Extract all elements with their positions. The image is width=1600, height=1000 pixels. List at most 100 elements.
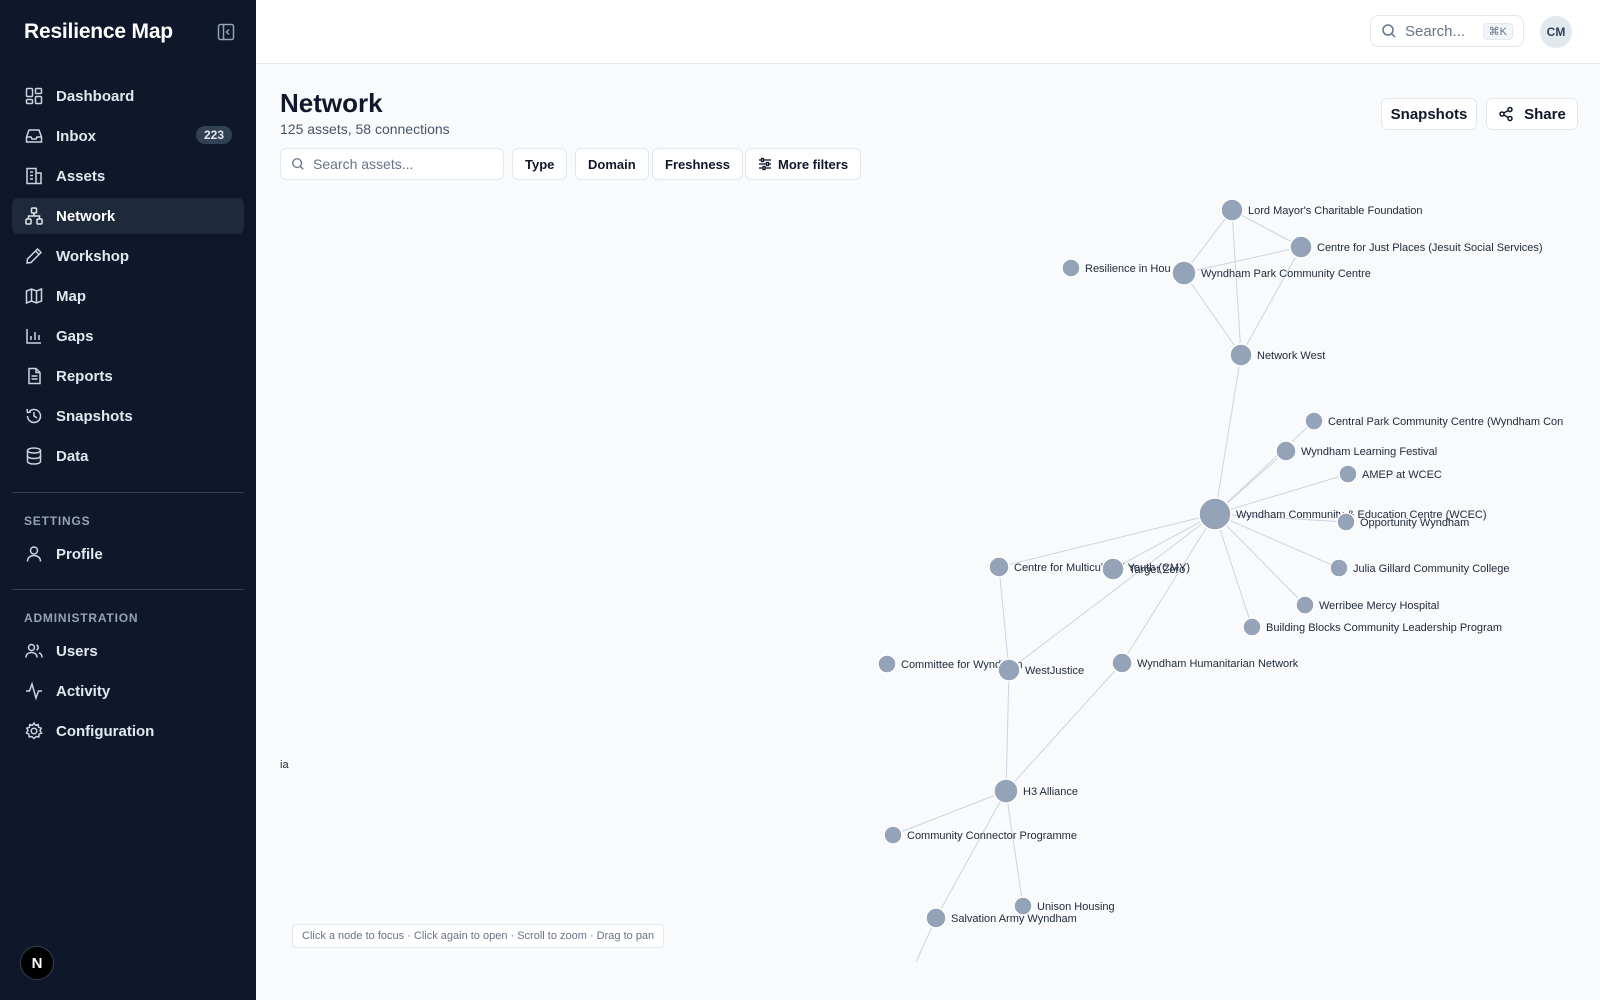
graph-node-circle[interactable] — [1198, 497, 1232, 531]
graph-node-circle[interactable] — [1229, 343, 1253, 367]
graph-node-circle[interactable] — [877, 654, 897, 674]
graph-node-label: Wyndham Humanitarian Network — [1137, 658, 1299, 670]
graph-node-label: ia — [280, 759, 289, 771]
graph-node-circle[interactable] — [997, 658, 1021, 682]
filter-freshness-button[interactable]: Freshness — [652, 148, 744, 180]
global-search-label: Search... — [1405, 22, 1466, 40]
graph-node-circle[interactable] — [1171, 260, 1197, 286]
brand-title: Resilience Map — [24, 20, 173, 43]
graph-edge — [1214, 513, 1340, 569]
graph-node-jgcc[interactable]: Julia Gillard Community College — [1329, 558, 1510, 578]
graph-node-label: Central Park Community Centre (Wyndham C… — [1328, 416, 1563, 428]
user-avatar[interactable]: CM — [1540, 16, 1572, 48]
graph-node-circle[interactable] — [988, 556, 1010, 578]
database-icon — [24, 446, 44, 466]
admin-nav: Users Activity Configuration — [12, 633, 244, 753]
graph-node-edge_left[interactable]: ia — [280, 759, 289, 771]
nav-label: Gaps — [56, 327, 94, 345]
graph-node-bbclp[interactable]: Building Blocks Community Leadership Pro… — [1242, 617, 1502, 637]
graph-node-circle[interactable] — [1061, 258, 1081, 278]
graph-node-circle[interactable] — [1338, 464, 1358, 484]
nav-label: Users — [56, 642, 98, 660]
graph-node-wpcc[interactable]: Wyndham Park Community Centre — [1171, 260, 1371, 286]
global-search-button[interactable]: Search... ⌘K — [1370, 15, 1524, 47]
nav-item-snapshots[interactable]: Snapshots — [12, 398, 244, 434]
nav-item-reports[interactable]: Reports — [12, 358, 244, 394]
graph-node-lmcf[interactable]: Lord Mayor's Charitable Foundation — [1220, 198, 1423, 222]
nav-item-dashboard[interactable]: Dashboard — [12, 78, 244, 114]
graph-node-cpcc[interactable]: Central Park Community Centre (Wyndham C… — [1304, 411, 1563, 431]
graph-node-h3[interactable]: H3 Alliance — [993, 778, 1078, 804]
graph-node-label: WestJustice — [1025, 665, 1084, 677]
network-graph-canvas[interactable]: Lord Mayor's Charitable Foundation Centre… — [256, 190, 1600, 1000]
graph-node-circle[interactable] — [1220, 198, 1244, 222]
gear-icon — [24, 721, 44, 741]
graph-node-label: Resilience in Hou — [1085, 263, 1171, 275]
graph-edge — [1008, 513, 1216, 671]
graph-node-nw[interactable]: Network West — [1229, 343, 1325, 367]
graph-node-circle[interactable] — [1304, 411, 1324, 431]
inbox-count-badge: 223 — [195, 126, 232, 144]
graph-node-circle[interactable] — [1101, 557, 1125, 581]
filter-type-label: Type — [525, 156, 555, 172]
sidebar-collapse-icon[interactable] — [216, 22, 236, 42]
users-icon — [24, 641, 44, 661]
network-graph-svg[interactable]: Lord Mayor's Charitable Foundation Centre… — [256, 190, 1600, 1000]
history-icon — [24, 406, 44, 426]
filter-type-button[interactable]: Type — [512, 148, 568, 180]
graph-node-circle[interactable] — [993, 778, 1019, 804]
graph-node-cjp[interactable]: Centre for Just Places (Jesuit Social Se… — [1289, 235, 1543, 259]
settings-nav: Profile — [12, 536, 244, 576]
graph-node-circle[interactable] — [925, 907, 947, 929]
snapshots-button[interactable]: Snapshots — [1381, 98, 1477, 130]
nav-item-map[interactable]: Map — [12, 278, 244, 314]
more-filters-button[interactable]: More filters — [745, 148, 862, 180]
nav-item-assets[interactable]: Assets — [12, 158, 244, 194]
graph-edge — [892, 790, 1007, 836]
graph-node-amep[interactable]: AMEP at WCEC — [1338, 464, 1442, 484]
graph-node-circle[interactable] — [1242, 617, 1262, 637]
nav-item-network[interactable]: Network — [12, 198, 244, 234]
graph-node-circle[interactable] — [1289, 235, 1313, 259]
app-logo-badge[interactable]: N — [20, 946, 54, 980]
graph-node-wlf[interactable]: Wyndham Learning Festival — [1275, 440, 1437, 462]
nav-item-activity[interactable]: Activity — [12, 673, 244, 709]
nav-item-gaps[interactable]: Gaps — [12, 318, 244, 354]
graph-node-circle[interactable] — [1329, 558, 1349, 578]
more-filters-label: More filters — [778, 156, 849, 172]
nav-item-inbox[interactable]: Inbox 223 — [12, 118, 244, 154]
graph-edge — [1214, 513, 1253, 628]
graph-node-circle[interactable] — [1295, 595, 1315, 615]
graph-node-whn[interactable]: Wyndham Humanitarian Network — [1111, 652, 1299, 674]
nav-item-profile[interactable]: Profile — [12, 536, 244, 572]
graph-node-circle[interactable] — [1275, 440, 1297, 462]
graph-edge — [1214, 513, 1306, 606]
asset-search-field[interactable] — [280, 148, 504, 180]
graph-node-circle[interactable] — [1111, 652, 1133, 674]
bar-chart-icon — [24, 326, 44, 346]
nav-item-workshop[interactable]: Workshop — [12, 238, 244, 274]
graph-node-rih[interactable]: Resilience in Hou — [1061, 258, 1171, 278]
graph-node-label: Centre for Just Places (Jesuit Social Se… — [1317, 242, 1543, 254]
nav-item-users[interactable]: Users — [12, 633, 244, 669]
share-button[interactable]: Share — [1486, 98, 1578, 130]
dashboard-icon — [24, 86, 44, 106]
graph-node-label: Salvation Army Wyndham — [951, 913, 1077, 925]
graph-node-circle[interactable] — [1336, 512, 1356, 532]
nav-label: Assets — [56, 167, 106, 185]
graph-node-circle[interactable] — [883, 825, 903, 845]
asset-search-input[interactable] — [313, 156, 493, 172]
graph-edge — [1214, 354, 1242, 515]
graph-node-wj[interactable]: WestJustice — [997, 658, 1084, 682]
graph-node-label: Opportunity Wyndham — [1360, 517, 1469, 529]
graph-edge — [1121, 513, 1216, 664]
graph-interaction-hint: Click a node to focus · Click again to o… — [292, 924, 665, 948]
graph-node-ccp[interactable]: Community Connector Programme — [883, 825, 1077, 845]
graph-node-wmh[interactable]: Werribee Mercy Hospital — [1295, 595, 1439, 615]
graph-edge — [1005, 662, 1123, 792]
nav-label: Reports — [56, 367, 113, 385]
filter-domain-button[interactable]: Domain — [575, 148, 649, 180]
nav-item-data[interactable]: Data — [12, 438, 244, 474]
nav-item-configuration[interactable]: Configuration — [12, 713, 244, 749]
admin-section-label: ADMINISTRATION — [24, 611, 139, 625]
